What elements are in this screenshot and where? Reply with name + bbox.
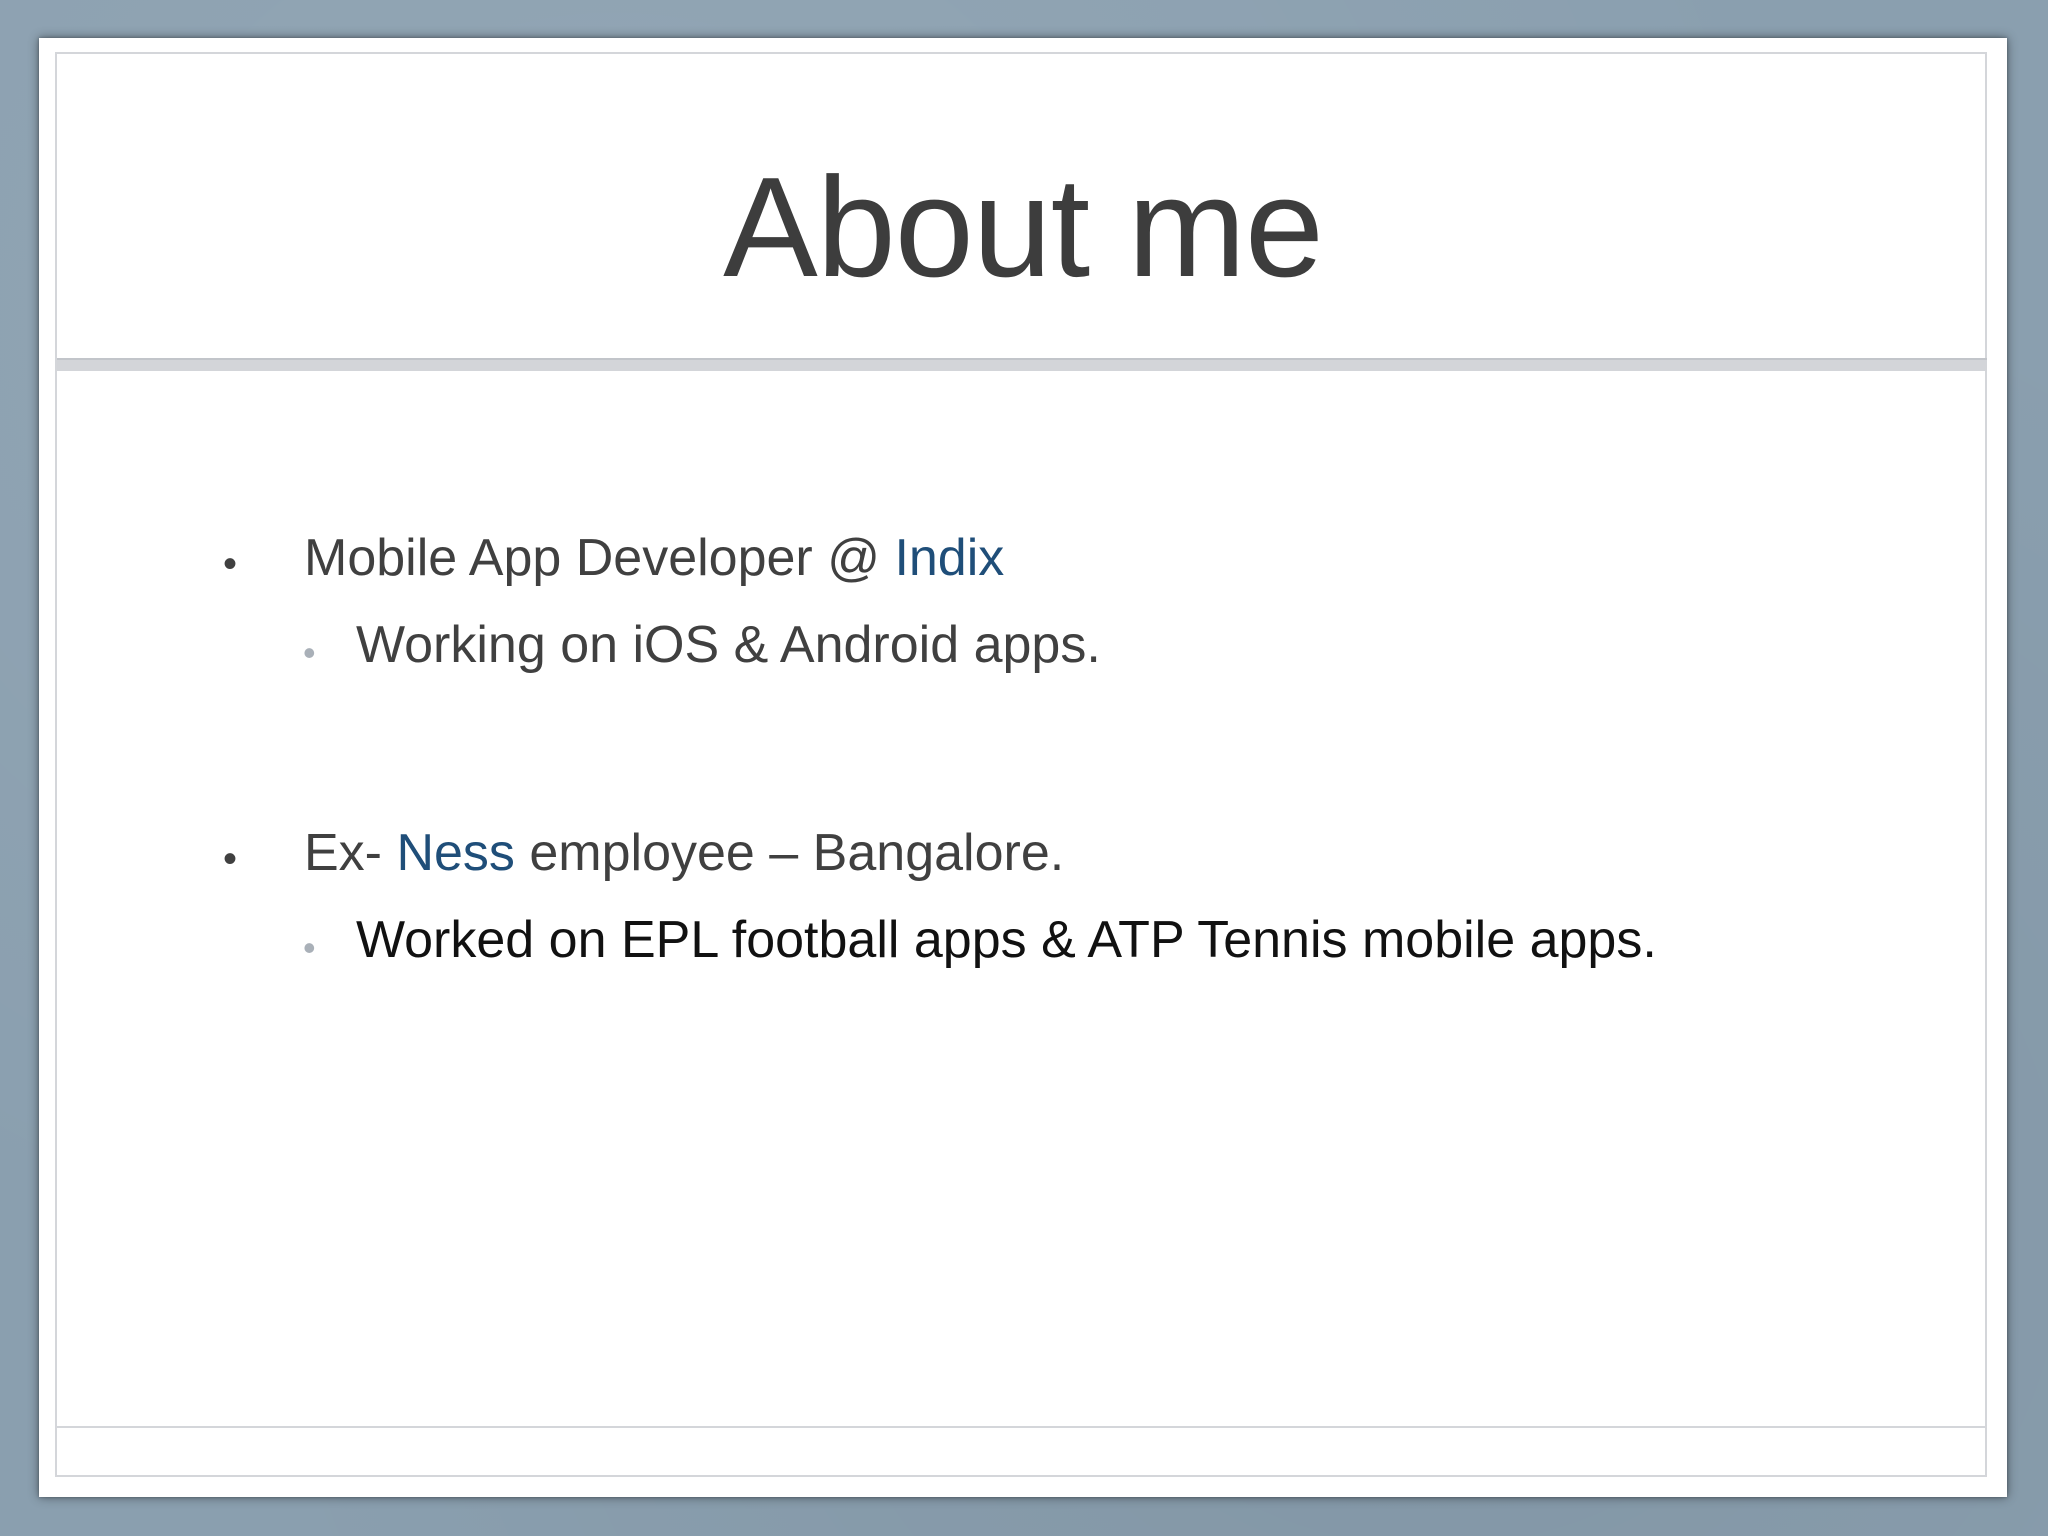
sub-bullet-text: Worked on EPL football apps & ATP Tennis… [356, 911, 1657, 969]
bullet-marker: • [223, 837, 238, 881]
slide-title: About me [723, 148, 1324, 307]
company-name-ness: Ness [396, 824, 515, 882]
title-divider [57, 358, 1987, 371]
sub-bullet-marker: • [303, 632, 316, 673]
sub-bullet-marker: • [303, 927, 316, 968]
bullet-text-suffix: employee – Bangalore. [514, 824, 1065, 882]
slide: About me • Mobile App Developer @ Indix … [39, 38, 2007, 1497]
footer-divider [57, 1426, 1987, 1428]
bullet-text-prefix: Ex- [304, 824, 397, 882]
company-name-indix: Indix [894, 529, 1005, 587]
bullet-text-prefix: Mobile App Developer @ [304, 529, 895, 587]
bullet-marker: • [223, 542, 238, 586]
bullet-text: Mobile App Developer @ Indix [304, 526, 1004, 590]
sub-bullet-text: Working on iOS & Android apps. [356, 616, 1101, 674]
bullet-text: Ex- Ness employee – Bangalore. [304, 821, 1064, 885]
